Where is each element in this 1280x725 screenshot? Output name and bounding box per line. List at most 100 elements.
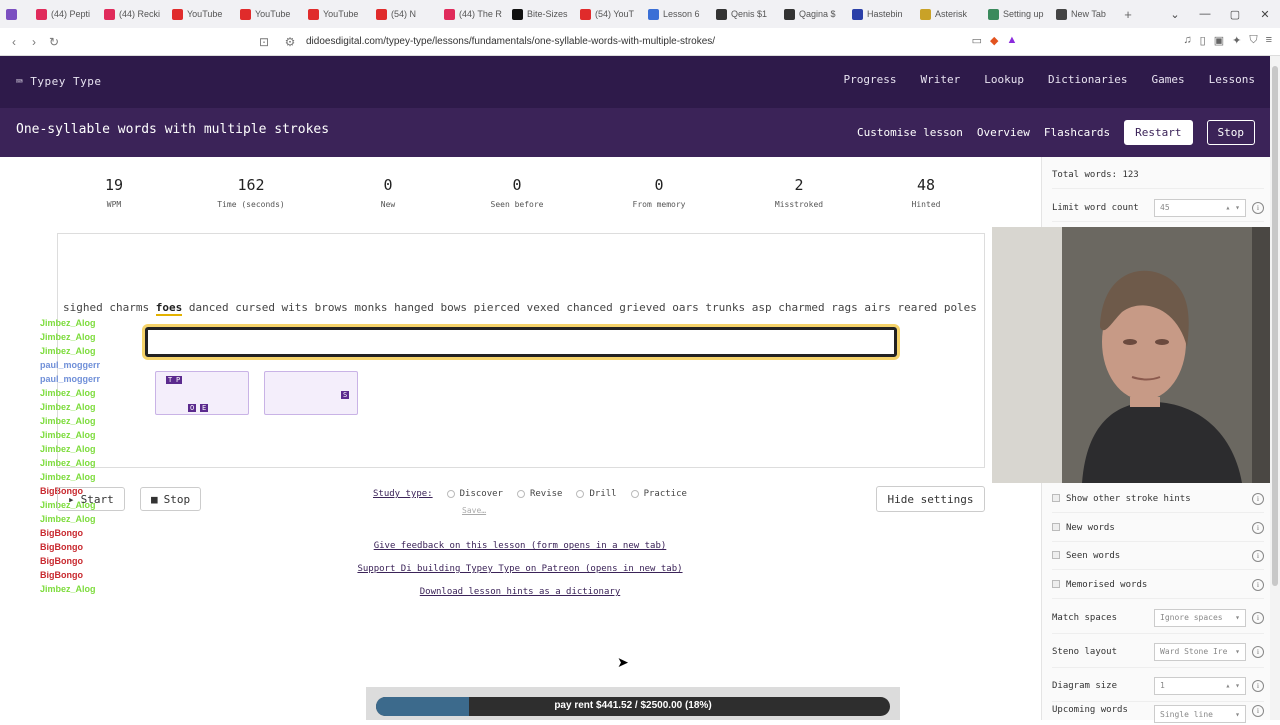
seen-words-row[interactable]: Seen words i — [1052, 542, 1264, 570]
brand[interactable]: ⌨ Typey Type — [16, 75, 101, 88]
patreon-link[interactable]: Support Di building Typey Type on Patreo… — [340, 564, 700, 587]
goal-widget: pay rent $441.52 / $2500.00 (18%) — [366, 687, 900, 720]
diagram-size-label: Diagram size — [1052, 680, 1118, 691]
browser-tab[interactable]: YouTube — [302, 3, 370, 25]
browser-tab[interactable]: (54) YouT — [574, 3, 642, 25]
match-spaces-select[interactable]: Ignore spaces ▾ — [1154, 608, 1246, 627]
back-icon[interactable]: ‹ — [4, 35, 24, 49]
feedback-link[interactable]: Give feedback on this lesson (form opens… — [340, 541, 700, 564]
chevron-down-icon: ▾ — [1235, 613, 1240, 622]
start-button[interactable]: ▸ Start — [57, 487, 125, 511]
maximize-icon[interactable]: ▢ — [1220, 8, 1250, 21]
stat-label: Time (seconds) — [217, 200, 285, 209]
lesson-material-panel: sighed charms foes danced cursed wits br… — [57, 233, 985, 468]
browser-tab[interactable]: Hastebin — [846, 3, 914, 25]
info-icon[interactable]: i — [1252, 611, 1264, 624]
info-icon[interactable]: i — [1252, 521, 1264, 534]
chat-message: Jimbez_Alog — [40, 400, 100, 414]
download-hints-link[interactable]: Download lesson hints as a dictionary — [340, 587, 700, 610]
info-icon[interactable]: i — [1252, 578, 1264, 591]
browser-tab[interactable]: (44) Pepti — [30, 3, 98, 25]
info-icon[interactable]: i — [1252, 201, 1264, 214]
reload-icon[interactable]: ↻ — [44, 35, 64, 49]
info-icon[interactable]: i — [1252, 705, 1264, 717]
nav-progress[interactable]: Progress — [844, 73, 897, 86]
info-icon[interactable]: i — [1252, 549, 1264, 562]
nav-dictionaries[interactable]: Dictionaries — [1048, 73, 1127, 86]
info-icon[interactable]: i — [1252, 679, 1264, 692]
info-icon[interactable]: i — [1252, 645, 1264, 658]
browser-tab[interactable]: Qagina $ — [778, 3, 846, 25]
forward-icon[interactable]: › — [24, 35, 44, 49]
study-practice[interactable]: Practice — [630, 489, 687, 499]
nav-lessons[interactable]: Lessons — [1209, 73, 1255, 86]
chat-username: BigBongo — [40, 570, 83, 580]
upcoming-words: danced cursed wits brows monks hanged bo… — [188, 301, 985, 314]
chevron-down-icon[interactable]: ⌄ — [1160, 8, 1190, 21]
new-words-row[interactable]: New words i — [1052, 514, 1264, 542]
browser-tab[interactable]: (44) The R — [438, 3, 506, 25]
diagram-size-input[interactable]: 1 ▴ ▾ — [1154, 676, 1246, 695]
tab[interactable] — [0, 3, 30, 25]
steno-layout-select[interactable]: Ward Stone Ire ▾ — [1154, 642, 1246, 661]
browser-tab[interactable]: (44) Recki — [98, 3, 166, 25]
close-icon[interactable]: ✕ — [1250, 8, 1280, 21]
chat-message: Jimbez_Alog — [40, 316, 100, 330]
bookmark-icon[interactable]: ⊡ — [254, 35, 274, 49]
info-icon[interactable]: i — [1252, 492, 1264, 505]
show-other-stroke-hints-row[interactable]: Show other stroke hints i — [1052, 485, 1264, 513]
flashcards-link[interactable]: Flashcards — [1044, 126, 1110, 139]
favicon-icon — [512, 8, 523, 20]
nav-lookup[interactable]: Lookup — [984, 73, 1024, 86]
minimize-icon[interactable]: — — [1190, 8, 1220, 20]
scrollbar-thumb[interactable] — [1272, 66, 1278, 586]
hide-settings-button[interactable]: Hide settings — [876, 486, 985, 512]
extensions-icon[interactable]: ✦ — [1232, 34, 1241, 47]
favicon-icon — [172, 8, 183, 20]
browser-tab[interactable]: (54) N — [370, 3, 438, 25]
study-discover[interactable]: Discover — [446, 489, 503, 499]
new-tab-button[interactable]: + — [1118, 3, 1138, 25]
study-practice-label: Practice — [643, 489, 687, 499]
cast-icon[interactable]: ▭ — [972, 34, 982, 47]
limit-word-count-input[interactable]: 45 ▴ ▾ — [1154, 198, 1246, 217]
nav-games[interactable]: Games — [1152, 73, 1185, 86]
url-text[interactable]: didoesdigital.com/typey-type/lessons/fun… — [306, 36, 715, 47]
typing-input[interactable] — [145, 327, 897, 357]
brand-name: Typey Type — [30, 75, 102, 88]
site-info-icon[interactable]: ⚙ — [280, 35, 300, 49]
page-scrollbar[interactable] — [1270, 56, 1280, 720]
stop-button[interactable]: ■ Stop — [140, 487, 202, 511]
rewards-icon[interactable]: ▲ — [1007, 34, 1018, 47]
memorised-words-row[interactable]: Memorised words i — [1052, 571, 1264, 599]
browser-tab[interactable]: Asterisk — [914, 3, 982, 25]
radio-icon — [516, 489, 525, 498]
brave-shield-icon[interactable]: ◆ — [990, 34, 998, 47]
overview-link[interactable]: Overview — [977, 126, 1030, 139]
chat-username: Jimbez_Alog — [40, 332, 96, 342]
stop-lesson-button[interactable]: Stop — [1206, 120, 1255, 145]
browser-tab[interactable]: YouTube — [166, 3, 234, 25]
nav-writer[interactable]: Writer — [921, 73, 961, 86]
browser-tab[interactable]: YouTube — [234, 3, 302, 25]
wallet-icon[interactable]: ▣ — [1214, 34, 1224, 47]
restart-button[interactable]: Restart — [1124, 120, 1193, 145]
browser-tab[interactable]: New Tab — [1050, 3, 1118, 25]
browser-tab[interactable]: Setting up — [982, 3, 1050, 25]
sidebar-icon[interactable]: ▯ — [1200, 34, 1206, 47]
favicon-icon — [376, 8, 387, 20]
browser-tab[interactable]: Bite-Sizes — [506, 3, 574, 25]
study-revise[interactable]: Revise — [516, 489, 562, 499]
shield-icon[interactable]: ⛉ — [1249, 34, 1257, 47]
music-icon[interactable]: ♫ — [1183, 34, 1191, 47]
browser-tab[interactable]: Qenis $1 — [710, 3, 778, 25]
customise-lesson-link[interactable]: Customise lesson — [857, 126, 963, 139]
upcoming-words-select[interactable]: Single line ▾ — [1154, 705, 1246, 723]
tab-label: Qagina $ — [799, 9, 836, 19]
study-drill[interactable]: Drill — [576, 489, 617, 499]
start-label: Start — [80, 492, 114, 506]
menu-icon[interactable]: ≡ — [1266, 34, 1272, 47]
save-link[interactable]: Save… — [462, 506, 486, 515]
chat-username: Jimbez_Alog — [40, 402, 96, 412]
browser-tab[interactable]: Lesson 6 — [642, 3, 710, 25]
